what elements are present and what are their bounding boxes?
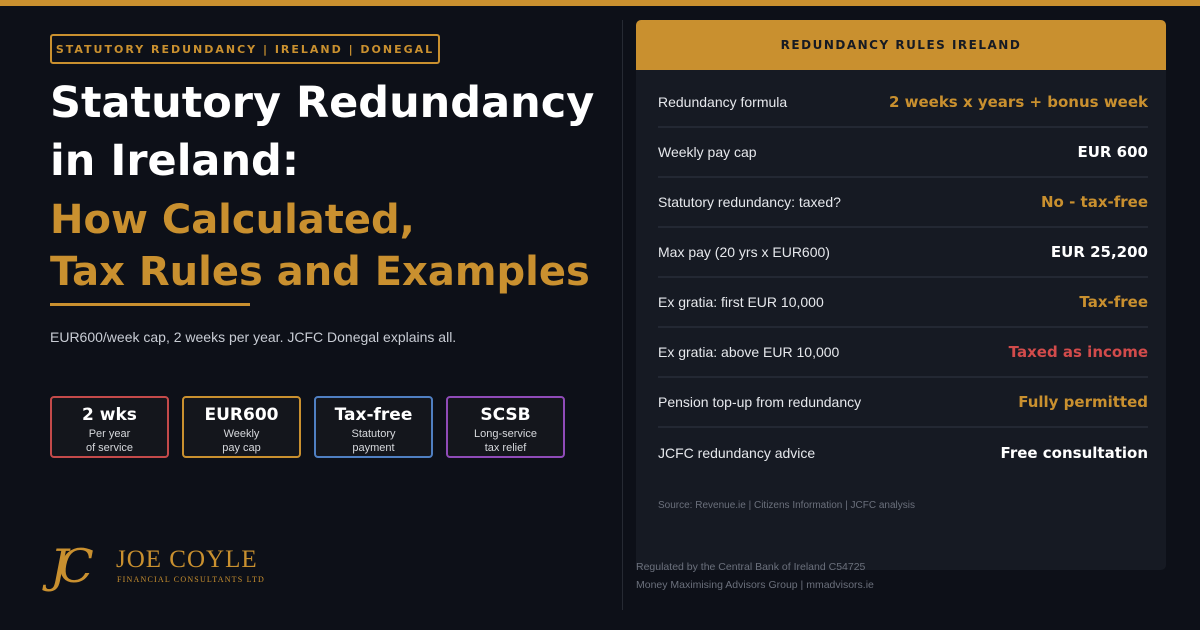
- rules-table: Redundancy formula 2 weeks x years + bon…: [658, 78, 1148, 478]
- regulation-footer: Regulated by the Central Bank of Ireland…: [636, 558, 874, 594]
- row-label: Pension top-up from redundancy: [658, 394, 862, 410]
- title-line-2: in Ireland:: [50, 136, 300, 186]
- stat-value: SCSB: [480, 405, 531, 425]
- page-title: Statutory Redundancy in Ireland:: [50, 74, 620, 190]
- table-row: Ex gratia: above EUR 10,000 Taxed as inc…: [658, 328, 1148, 378]
- table-row: JCFC redundancy advice Free consultation: [658, 428, 1148, 478]
- logo-monogram: JC: [50, 539, 94, 593]
- stat-card-scsb: SCSB Long-service tax relief: [446, 396, 565, 458]
- row-label: Ex gratia: above EUR 10,000: [658, 344, 840, 360]
- row-value: EUR 600: [1077, 143, 1148, 161]
- rules-panel: REDUNDANCY RULES IRELAND Redundancy form…: [636, 20, 1166, 570]
- stat-card-weeks: 2 wks Per year of service: [50, 396, 169, 458]
- row-label: JCFC redundancy advice: [658, 445, 816, 461]
- stat-card-pay-cap: EUR600 Weekly pay cap: [182, 396, 301, 458]
- stat-cards: 2 wks Per year of service EUR600 Weekly pa…: [50, 396, 565, 458]
- logo-name: JOE COYLE: [116, 546, 258, 573]
- row-label: Weekly pay cap: [658, 144, 757, 160]
- subtitle-line-2: Tax Rules and Examples: [50, 249, 590, 295]
- logo-subtitle: FINANCIAL CONSULTANTS LTD: [117, 575, 266, 584]
- source-note: Source: Revenue.ie | Citizens Informatio…: [658, 500, 915, 511]
- panel-heading: REDUNDANCY RULES IRELAND: [636, 20, 1166, 70]
- row-value: 2 weeks x years + bonus week: [888, 93, 1148, 111]
- table-row: Ex gratia: first EUR 10,000 Tax-free: [658, 278, 1148, 328]
- stat-card-tax-free: Tax-free Statutory payment: [314, 396, 433, 458]
- group-line: Money Maximising Advisors Group | mmadvi…: [636, 579, 874, 591]
- lead-text: EUR600/week cap, 2 weeks per year. JCFC …: [50, 329, 457, 345]
- row-label: Statutory redundancy: taxed?: [658, 194, 841, 210]
- page-subtitle: How Calculated, Tax Rules and Examples: [50, 194, 620, 298]
- table-row: Redundancy formula 2 weeks x years + bon…: [658, 78, 1148, 128]
- stat-value: EUR600: [204, 405, 279, 425]
- subtitle-line-1: How Calculated,: [50, 197, 415, 243]
- stat-label: Statutory payment: [351, 428, 396, 454]
- stat-value: 2 wks: [82, 405, 137, 425]
- company-logo: JC JOE COYLE FINANCIAL CONSULTANTS LTD: [50, 540, 310, 596]
- top-accent-bar: [0, 0, 1200, 6]
- regulation-line: Regulated by the Central Bank of Ireland…: [636, 561, 866, 573]
- table-row: Pension top-up from redundancy Fully per…: [658, 378, 1148, 428]
- table-row: Max pay (20 yrs x EUR600) EUR 25,200: [658, 228, 1148, 278]
- stat-label: Long-service tax relief: [474, 428, 537, 454]
- stat-value: Tax-free: [334, 405, 413, 425]
- row-label: Redundancy formula: [658, 94, 788, 110]
- row-value: EUR 25,200: [1050, 243, 1148, 261]
- subtitle-underline: [50, 303, 250, 306]
- row-label: Ex gratia: first EUR 10,000: [658, 294, 824, 310]
- table-row: Statutory redundancy: taxed? No - tax-fr…: [658, 178, 1148, 228]
- column-divider: [622, 20, 623, 610]
- stat-label: Per year of service: [85, 428, 134, 454]
- row-value: Tax-free: [1079, 293, 1148, 311]
- table-row: Weekly pay cap EUR 600: [658, 128, 1148, 178]
- row-value: Taxed as income: [1008, 343, 1148, 361]
- row-value: No - tax-free: [1041, 193, 1148, 211]
- category-tag: STATUTORY REDUNDANCY | IRELAND | DONEGAL: [50, 34, 440, 64]
- row-value: Fully permitted: [1018, 393, 1148, 411]
- stat-label: Weekly pay cap: [222, 428, 261, 454]
- title-line-1: Statutory Redundancy: [50, 78, 595, 128]
- row-label: Max pay (20 yrs x EUR600): [658, 244, 830, 260]
- row-value: Free consultation: [1000, 444, 1148, 462]
